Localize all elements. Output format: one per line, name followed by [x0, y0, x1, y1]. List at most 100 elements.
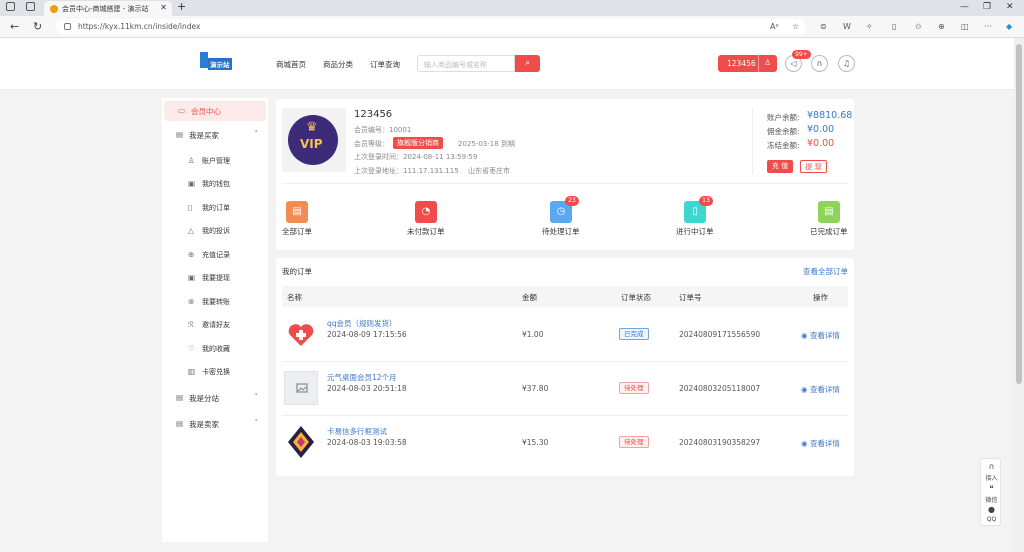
extension-puzzle-icon[interactable]: ✧	[866, 22, 873, 31]
search-input[interactable]: 输入商品编号或名称	[417, 55, 515, 72]
history-icon[interactable]: ◫	[961, 22, 969, 31]
order-product-name[interactable]: qq会员（规则发货）	[327, 318, 397, 329]
user-icon: ♙	[764, 58, 772, 67]
sidebar-item-wallet[interactable]: ▣ 我的钱包	[162, 174, 268, 194]
order-amount: ¥1.00	[522, 330, 544, 339]
vip-avatar: ♛ VIP	[282, 108, 346, 172]
support-button[interactable]: ∩	[811, 55, 828, 72]
in-progress-orders-badge: 13	[699, 196, 713, 206]
in-progress-orders-link[interactable]: 进行中订单	[676, 226, 714, 237]
favorites-icon[interactable]: ✩	[915, 22, 922, 31]
url-field[interactable]: https://kyx.11km.cn/inside/index	[56, 19, 806, 35]
completed-orders-icon[interactable]: ▤	[818, 201, 840, 223]
nav-categories[interactable]: 商品分类	[323, 59, 353, 70]
float-item-qq[interactable]: QQ	[981, 516, 1002, 523]
view-detail-button[interactable]: ◉ 查看详情	[801, 330, 840, 341]
read-aloud-icon[interactable]: Aᵃ	[770, 22, 779, 31]
nav-order-query[interactable]: 订单查询	[370, 59, 400, 70]
order-amount: ¥37.80	[522, 384, 549, 393]
minimize-icon[interactable]: —	[960, 2, 969, 12]
all-orders-link[interactable]: 全部订单	[282, 226, 312, 237]
bell-icon: ♫	[842, 59, 851, 68]
sidebar-item-label: 账户管理	[202, 157, 230, 165]
search-button[interactable]: ⌕	[515, 55, 540, 72]
recharge-button[interactable]: 充 值	[767, 160, 793, 173]
profile-icon[interactable]	[6, 2, 15, 11]
sidebar-item-transfer[interactable]: ⊛ 我要转账	[162, 292, 268, 312]
order-number: 20240803205118007	[679, 384, 761, 393]
completed-orders-link[interactable]: 已完成订单	[810, 226, 848, 237]
document-icon: ▯	[188, 203, 193, 212]
eye-icon: ◉	[801, 385, 810, 394]
sidebar-item-label: 我是买家	[189, 131, 219, 140]
view-detail-button[interactable]: ◉ 查看详情	[801, 438, 840, 449]
wechat-icon[interactable]: ❝	[981, 484, 1002, 493]
orders-title: 我的订单	[282, 267, 312, 276]
red-heart-icon	[288, 324, 314, 346]
order-number: 20240809171556590	[679, 330, 761, 339]
sidebar-item-recharge[interactable]: ⊕ 充值记录	[162, 245, 268, 265]
column-status: 订单状态	[621, 293, 651, 302]
unpaid-orders-icon[interactable]: ◔	[415, 201, 437, 223]
sidebar-item-complaints[interactable]: △ 我的投诉	[162, 221, 268, 241]
page-scrollbar[interactable]	[1014, 38, 1024, 552]
member-icon: ▭	[178, 106, 186, 115]
sidebar-item-substation[interactable]: ▤ 我是分站 ˅	[162, 388, 268, 408]
order-product-name[interactable]: 元气桌面会员12个月	[327, 372, 397, 383]
vip-label: VIP	[300, 137, 323, 151]
view-all-orders-link[interactable]: 查看全部订单	[803, 266, 848, 277]
warning-icon: △	[188, 226, 194, 235]
order-product-name[interactable]: 卡易信多行框测试	[327, 426, 387, 437]
sidebar-item-invite[interactable]: ℛ 邀请好友	[162, 315, 268, 335]
unpaid-orders-link[interactable]: 未付款订单	[407, 226, 445, 237]
sidebar-item-member-center[interactable]: ▭ 会员中心	[164, 101, 266, 121]
refresh-icon[interactable]: ↻	[33, 20, 42, 33]
sidebar-item-label: 我的投诉	[202, 227, 230, 235]
headset-icon[interactable]: ∩	[981, 462, 1002, 471]
maximize-icon[interactable]: ❐	[983, 2, 991, 12]
logo-text: 演示站	[208, 58, 232, 70]
all-orders-icon[interactable]: ▤	[286, 201, 308, 223]
view-detail-button[interactable]: ◉ 查看详情	[801, 384, 840, 395]
more-icon[interactable]: ···	[984, 22, 992, 31]
extension-w-icon[interactable]: W	[843, 22, 851, 31]
qq-icon[interactable]: ●	[981, 505, 1002, 514]
site-info-icon[interactable]	[64, 23, 71, 30]
nav-home[interactable]: 商城首页	[276, 59, 306, 70]
copilot-icon[interactable]: ◆	[1006, 22, 1012, 31]
withdraw-icon: ▣	[188, 273, 196, 282]
sidebar-item-orders[interactable]: ▯ 我的订单	[162, 198, 268, 218]
last-login-time: 上次登录时间：2024-08-11 13:59:59	[354, 153, 478, 161]
sidebar-item-label: 我要转账	[202, 298, 230, 306]
address-bar-row: ← ↻ https://kyx.11km.cn/inside/index Aᵃ …	[0, 16, 1024, 38]
withdraw-button[interactable]: 提 现	[800, 160, 827, 173]
collections-icon[interactable]: ⊕	[938, 22, 945, 31]
close-tab-icon[interactable]: ✕	[160, 3, 167, 12]
split-screen-icon[interactable]: ▯	[892, 22, 896, 31]
favorite-star-icon[interactable]: ☆	[792, 22, 799, 31]
float-item-wechat[interactable]: 微信	[981, 495, 1002, 504]
new-tab-button[interactable]: +	[177, 0, 186, 13]
sidebar-item-redeem[interactable]: ▥ 卡密兑换	[162, 362, 268, 382]
sidebar-item-seller[interactable]: ▤ 我是卖家 ˅	[162, 414, 268, 434]
last-login-region: 山东省枣庄市	[468, 167, 510, 175]
user-menu-button[interactable]: 123456 ♙	[718, 55, 777, 72]
chevron-down-icon: ˅	[254, 419, 259, 427]
close-window-icon[interactable]: ✕	[1006, 2, 1014, 12]
sidebar-item-withdraw[interactable]: ▣ 我要提现	[162, 268, 268, 288]
pending-orders-link[interactable]: 待处理订单	[542, 226, 580, 237]
sidebar-item-buyer[interactable]: ▤ 我是买家 ˄	[162, 125, 268, 145]
sidebar-item-account[interactable]: ♙ 账户管理	[162, 151, 268, 171]
divider	[752, 108, 753, 174]
extension-icon[interactable]: ⊜	[820, 22, 827, 31]
scrollbar-thumb[interactable]	[1016, 44, 1022, 384]
site-logo[interactable]: 演示站	[200, 52, 236, 74]
username-label: 123456	[727, 59, 756, 68]
tab-actions-icon[interactable]	[26, 2, 35, 11]
back-icon[interactable]: ←	[10, 20, 19, 33]
float-item-access[interactable]: 接入	[981, 473, 1002, 482]
game-logo-icon	[288, 426, 314, 458]
browser-tab[interactable]: 会员中心-商城搭建 - 演示站 ✕	[44, 1, 172, 16]
bell-button[interactable]: ♫	[838, 55, 855, 72]
sidebar-item-favorites[interactable]: ♡ 我的收藏	[162, 339, 268, 359]
